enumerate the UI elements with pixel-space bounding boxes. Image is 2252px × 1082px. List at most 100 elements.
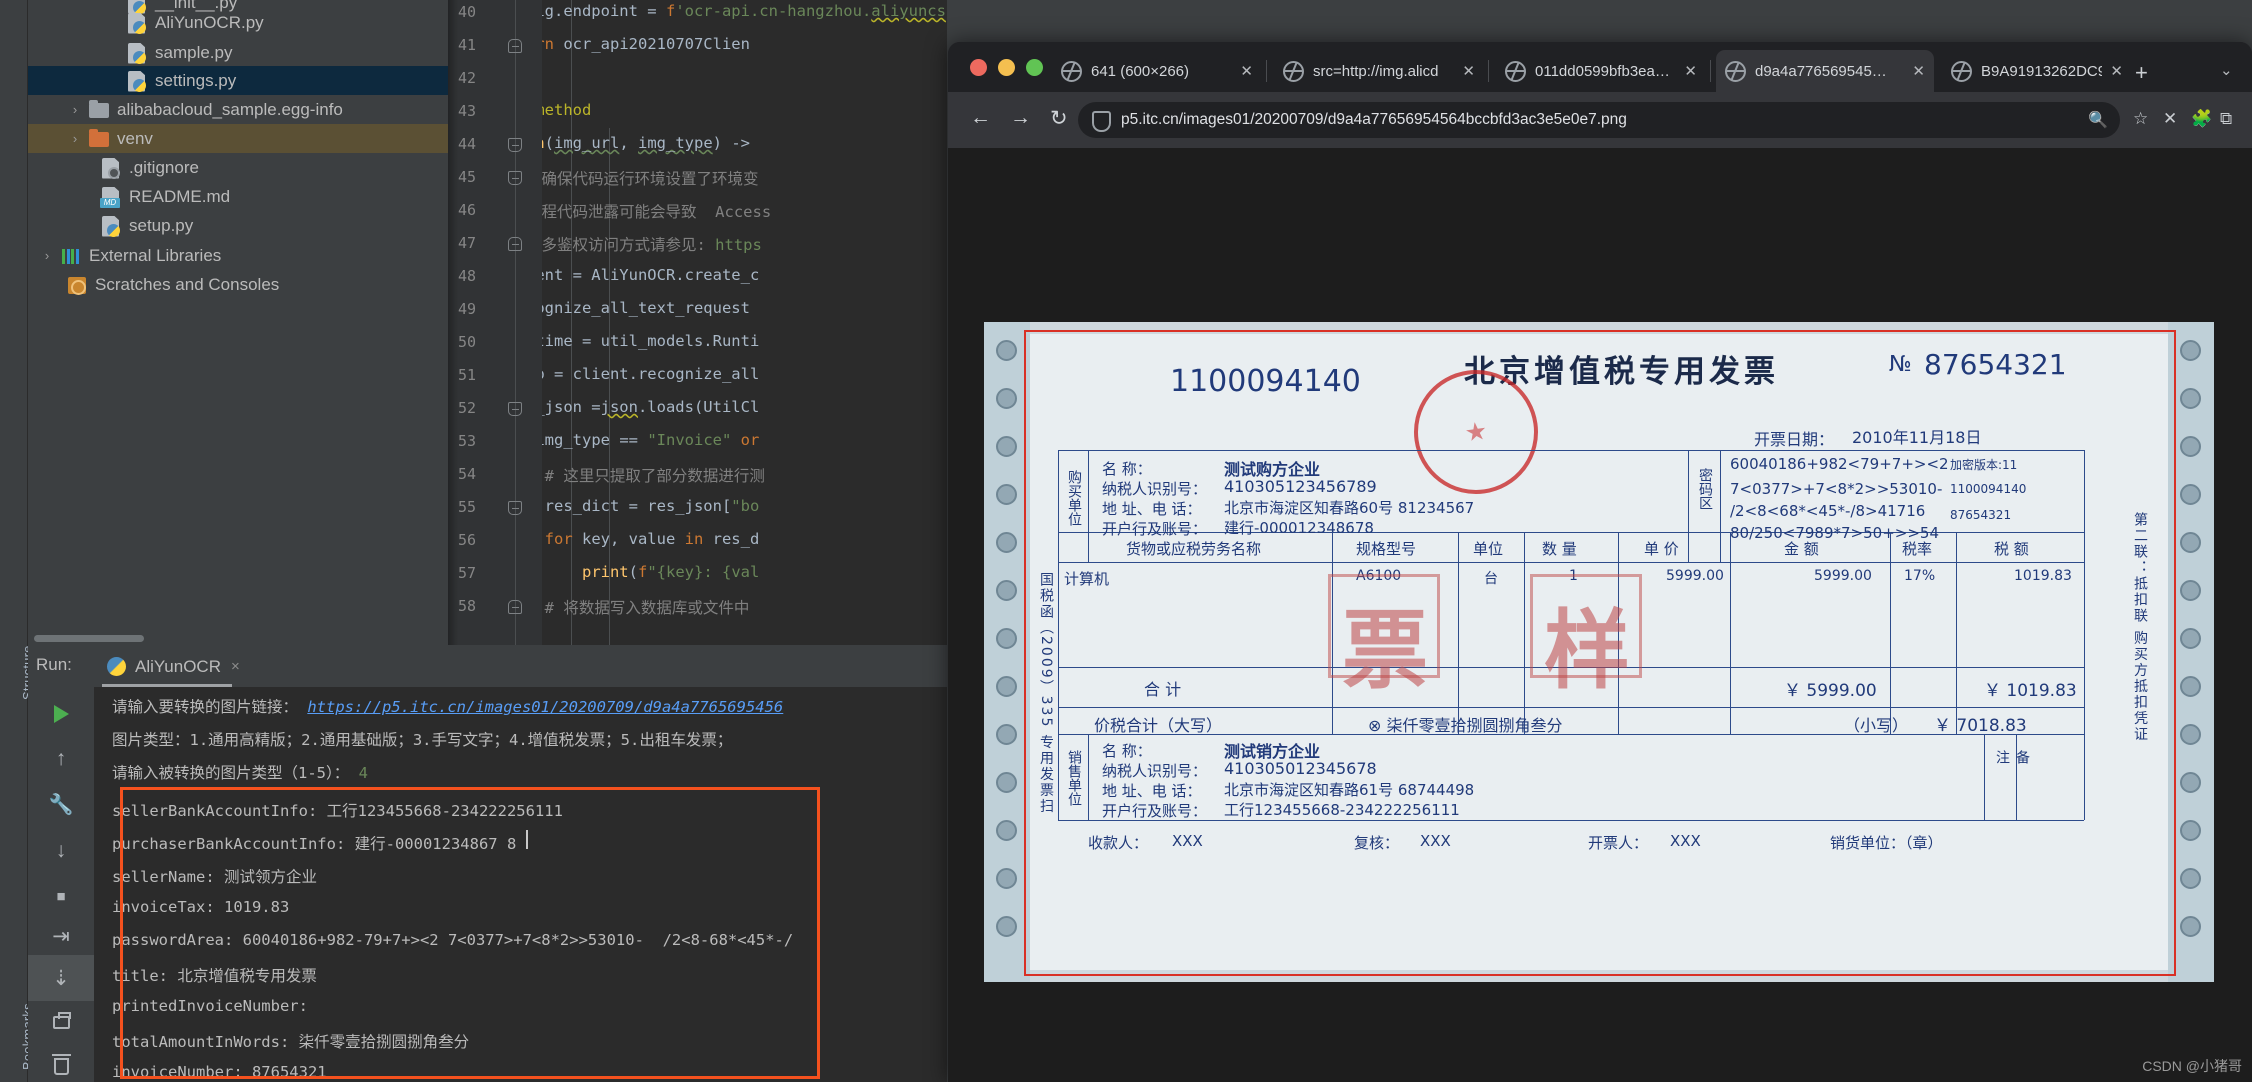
close-tab-icon[interactable]: ✕ bbox=[2110, 62, 2123, 80]
browser-tab[interactable]: B9A91913262DC9… ✕ bbox=[1942, 50, 2132, 92]
back-button[interactable]: ← bbox=[970, 106, 991, 130]
tab-list-icon[interactable]: ⌄ bbox=[2220, 61, 2233, 79]
scroll-up-button[interactable]: ↑ bbox=[28, 735, 94, 781]
code-line: res_json =json.loads(UtilCl bbox=[542, 398, 760, 416]
wrench-button[interactable]: 🔧 bbox=[28, 781, 94, 827]
tree-item-readme[interactable]: MD README.md bbox=[28, 182, 448, 211]
run-configuration-tab[interactable]: AliYunOCR × bbox=[100, 650, 246, 683]
clear-all-button[interactable] bbox=[28, 1043, 94, 1082]
fold-marker-icon[interactable] bbox=[508, 501, 522, 515]
run-label: Run: bbox=[36, 655, 72, 674]
new-tab-button[interactable]: + bbox=[2135, 60, 2148, 86]
print-button[interactable] bbox=[28, 999, 94, 1045]
browser-tab[interactable]: src=http://img.alicd ✕ bbox=[1274, 50, 1484, 92]
close-tab-icon[interactable]: ✕ bbox=[1684, 62, 1697, 80]
fold-marker-icon[interactable] bbox=[508, 600, 522, 614]
extensions-icon[interactable]: 🧩 bbox=[2191, 109, 2212, 129]
folder-orange-icon bbox=[86, 128, 112, 150]
puzzle-icon[interactable]: ⧉ bbox=[2220, 109, 2232, 129]
rule bbox=[1058, 734, 2084, 736]
text-caret bbox=[526, 830, 528, 849]
rule bbox=[1058, 707, 2084, 709]
close-tab-icon[interactable]: ✕ bbox=[1462, 62, 1475, 80]
address-bar[interactable]: p5.itc.cn/images01/20200709/d9a4a7765695… bbox=[1078, 102, 2120, 138]
tree-item-egg-info[interactable]: › alibabacloud_sample.egg-info bbox=[28, 95, 448, 124]
console-line: totalAmountInWords: 柒仟零壹拾捌圆捌角叁分 bbox=[112, 1033, 470, 1051]
console-line: printedInvoiceNumber: bbox=[112, 997, 308, 1015]
invoice-date: 2010年11月18日 bbox=[1852, 428, 1982, 447]
clear-icon[interactable]: ✕ bbox=[2163, 109, 2177, 129]
site-info-icon[interactable] bbox=[1090, 110, 1111, 132]
maximize-window-button[interactable] bbox=[1026, 59, 1043, 76]
browser-tab[interactable]: 011dd0599bfb3ea… ✕ bbox=[1496, 50, 1706, 92]
rule bbox=[1058, 820, 2084, 822]
buyer-address: 北京市海淀区知春路60号 81234567 bbox=[1224, 499, 1475, 517]
soft-wrap-button[interactable]: ⇥ bbox=[28, 913, 94, 959]
tree-item-setup[interactable]: setup.py bbox=[28, 211, 448, 240]
browser-tab[interactable]: 641 (600×266) ✕ bbox=[1052, 50, 1262, 92]
buyer-taxid-label: 纳税人识别号： bbox=[1102, 480, 1208, 498]
invoice-code: 1100094140 bbox=[1170, 364, 1361, 399]
close-tab-icon[interactable]: ✕ bbox=[1240, 62, 1253, 80]
console-user-input: 4 bbox=[358, 764, 368, 782]
item-price: 5999.00 bbox=[1666, 568, 1724, 584]
words-value: ⊗ 柒仟零壹拾捌圆捌角叁分 bbox=[1368, 716, 1563, 735]
window-traffic-lights[interactable] bbox=[970, 59, 1043, 76]
watermark-box bbox=[1530, 574, 1642, 678]
chevron-right-icon[interactable]: › bbox=[36, 248, 58, 263]
markdown-file-icon: MD bbox=[98, 186, 124, 208]
editor-gutter: 40 41 42 43 44 45 46 47 48 49 50 51 52 5… bbox=[448, 0, 542, 650]
tree-item-venv[interactable]: › venv bbox=[28, 124, 448, 153]
tree-item-scratches[interactable]: Scratches and Consoles bbox=[28, 270, 448, 299]
tree-item-sample[interactable]: sample.py bbox=[28, 38, 448, 67]
forward-button[interactable]: → bbox=[1010, 106, 1031, 130]
invoice-image[interactable]: 1100094140 北京增值税专用发票 № 87654321 开票日期： 20… bbox=[984, 322, 2214, 982]
scroll-down-button[interactable]: ↓ bbox=[28, 827, 94, 873]
editor-left-shadow bbox=[448, 0, 458, 650]
fold-marker-icon[interactable] bbox=[508, 237, 522, 251]
code-line: recognize_all_text_request bbox=[542, 299, 750, 317]
table-header: 数 量 bbox=[1542, 540, 1577, 558]
fold-marker-icon[interactable] bbox=[508, 39, 522, 53]
fold-marker-icon[interactable] bbox=[508, 138, 522, 152]
buyer-bank-label: 开户行及账号： bbox=[1102, 520, 1208, 538]
close-tab-icon[interactable]: ✕ bbox=[1912, 62, 1925, 80]
bookmark-star-icon[interactable]: ☆ bbox=[2133, 109, 2148, 129]
project-tree-hscrollbar[interactable] bbox=[28, 632, 448, 645]
globe-icon bbox=[1951, 60, 1972, 82]
fold-marker-icon[interactable] bbox=[508, 402, 522, 416]
chevron-right-icon[interactable]: › bbox=[64, 131, 86, 146]
password-side-note: 加密版本:11 bbox=[1950, 458, 2018, 472]
browser-tab-active[interactable]: d9a4a776569545… ✕ bbox=[1716, 50, 1934, 92]
fold-guide-line bbox=[515, 0, 516, 650]
code-editor[interactable]: 40 41 42 43 44 45 46 47 48 49 50 51 52 5… bbox=[448, 0, 947, 650]
table-header: 税率 bbox=[1902, 540, 1933, 558]
total-label: 合 计 bbox=[1144, 680, 1182, 699]
tree-item-gitignore[interactable]: .gitignore bbox=[28, 153, 448, 182]
close-icon[interactable]: × bbox=[231, 658, 240, 675]
editor-text-area[interactable]: config.endpoint = f'ocr-api.cn-hangzhou.… bbox=[542, 0, 947, 650]
password-line: 60040186+982<79+7+><2 bbox=[1730, 455, 1949, 473]
invoice-date-label: 开票日期： bbox=[1754, 430, 1835, 449]
reload-button[interactable]: ↻ bbox=[1050, 106, 1068, 131]
chevron-right-icon[interactable]: › bbox=[64, 102, 86, 117]
browser-tab-bar: 641 (600×266) ✕ src=http://img.alicd ✕ 0… bbox=[948, 42, 2252, 92]
rule bbox=[2016, 734, 2018, 820]
tree-item-label: AliYunOCR.py bbox=[155, 12, 264, 32]
run-console-output[interactable]: 请输入要转换的图片链接： https://p5.itc.cn/images01/… bbox=[94, 687, 947, 1082]
scrollbar-thumb[interactable] bbox=[34, 635, 144, 642]
zoom-icon[interactable]: 🔍 bbox=[2078, 110, 2108, 130]
scroll-to-end-button[interactable]: ⇣ bbox=[28, 955, 94, 1001]
close-window-button[interactable] bbox=[970, 59, 987, 76]
fold-marker-icon[interactable] bbox=[508, 171, 522, 185]
tree-item-label: settings.py bbox=[155, 70, 237, 90]
tree-item-aliyunocr[interactable]: AliYunOCR.py bbox=[28, 8, 448, 37]
tree-item-settings[interactable]: settings.py bbox=[28, 66, 448, 95]
python-file-icon bbox=[124, 12, 150, 34]
rule bbox=[1956, 532, 1958, 734]
table-header: 规格型号 bbox=[1356, 540, 1417, 558]
minimize-window-button[interactable] bbox=[998, 59, 1015, 76]
rerun-button[interactable] bbox=[28, 691, 94, 737]
console-url-link[interactable]: https://p5.itc.cn/images01/20200709/d9a4… bbox=[307, 698, 783, 716]
tree-item-external-libraries[interactable]: › External Libraries bbox=[28, 241, 448, 270]
